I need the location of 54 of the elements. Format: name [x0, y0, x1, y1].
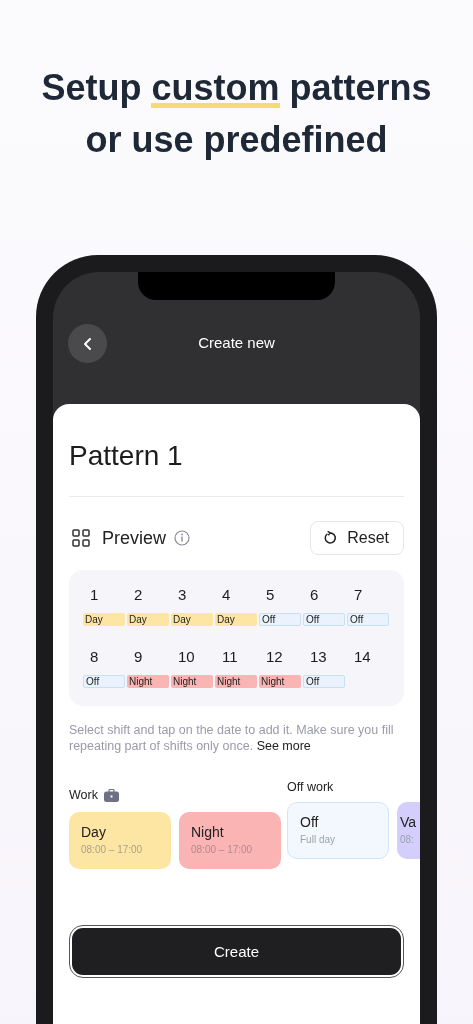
- shift-name: Day: [81, 824, 107, 840]
- shift-tag: Off: [347, 613, 389, 626]
- date-number[interactable]: 6: [303, 586, 319, 604]
- reset-icon: [323, 531, 338, 545]
- screen-title: Create new: [198, 334, 275, 351]
- group-label: Work: [69, 788, 98, 802]
- date-number[interactable]: 3: [171, 586, 187, 604]
- shift-name: Night: [191, 824, 225, 840]
- preview-title: Preview: [102, 527, 167, 549]
- shift-card[interactable]: Off Full day: [287, 802, 389, 859]
- shift-time: 08:00 – 17:00: [191, 844, 254, 855]
- info-icon[interactable]: [174, 530, 191, 546]
- shift-card[interactable]: Va 08:: [397, 802, 420, 859]
- shift-name: Va: [400, 814, 418, 830]
- shift-tag: Night: [215, 675, 257, 688]
- shift-tag: Day: [83, 613, 125, 626]
- shift-tag: Night: [171, 675, 213, 688]
- shift-tag: Off: [83, 675, 125, 688]
- pattern-name: Pattern 1: [69, 440, 184, 472]
- date-number[interactable]: 13: [303, 648, 327, 666]
- shift-tag: Day: [215, 613, 257, 626]
- briefcase-icon: [103, 788, 119, 802]
- shift-card[interactable]: Day 08:00 – 17:00: [69, 812, 171, 869]
- shift-name: Off: [300, 814, 320, 830]
- grid-icon: [72, 529, 90, 547]
- date-number[interactable]: 9: [127, 648, 143, 666]
- shift-tag: Night: [127, 675, 169, 688]
- shift-card[interactable]: Night 08:00 – 17:00: [179, 812, 281, 869]
- date-number[interactable]: 4: [215, 586, 231, 604]
- date-number[interactable]: 8: [83, 648, 99, 666]
- date-number[interactable]: 12: [259, 648, 283, 666]
- shift-tag: Day: [127, 613, 169, 626]
- date-number[interactable]: 10: [171, 648, 195, 666]
- shift-time: Full day: [300, 834, 336, 845]
- shift-tag: Night: [259, 675, 301, 688]
- group-label: Off work: [287, 780, 334, 794]
- back-button[interactable]: [68, 324, 107, 363]
- date-number[interactable]: 2: [127, 586, 143, 604]
- date-number[interactable]: 1: [83, 586, 99, 604]
- shift-tag: Off: [303, 675, 345, 688]
- reset-button[interactable]: Reset: [310, 521, 404, 555]
- create-button[interactable]: Create: [72, 928, 401, 975]
- headline: Setup custom patterns or use predefined: [40, 66, 433, 162]
- hint-text: Select shift and tap on the date to add it. Make sure you fill repeating part of shifts only once. See more: [69, 722, 395, 754]
- shift-time: 08:00 – 17:00: [81, 844, 144, 855]
- date-number[interactable]: 7: [347, 586, 363, 604]
- shift-tag: Off: [259, 613, 301, 626]
- shift-tag: Day: [171, 613, 213, 626]
- date-number[interactable]: 14: [347, 648, 371, 666]
- see-more-link[interactable]: See more: [256, 739, 311, 753]
- date-number[interactable]: 5: [259, 586, 275, 604]
- date-number[interactable]: 11: [215, 648, 238, 666]
- shift-tag: Off: [303, 613, 345, 626]
- shift-time: 08:: [400, 834, 415, 845]
